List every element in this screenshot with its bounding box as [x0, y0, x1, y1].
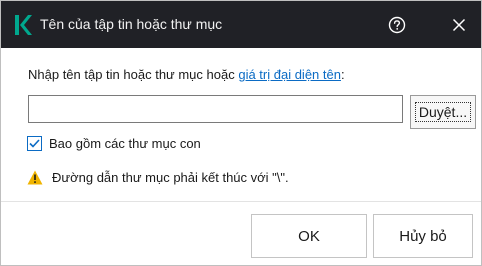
- browse-button[interactable]: Duyệt...: [410, 95, 476, 129]
- footer-divider: [1, 201, 481, 202]
- cancel-button[interactable]: Hủy bỏ: [373, 214, 473, 258]
- path-warning: Đường dẫn thư mục phải kết thúc với "\".: [27, 168, 289, 186]
- warning-triangle-icon: [27, 170, 43, 185]
- file-or-folder-name-input[interactable]: [28, 95, 403, 123]
- name-mask-link[interactable]: giá trị đại diện tên: [238, 67, 341, 82]
- kaspersky-logo-icon: [15, 15, 32, 35]
- cancel-button-label: Hủy bỏ: [399, 227, 447, 245]
- title-bar: Tên của tập tin hoặc thư mục: [1, 1, 481, 48]
- name-prompt-text: Nhập tên tập tin hoặc thư mục hoặc: [28, 67, 239, 82]
- include-subfolders-label: Bao gồm các thư mục con: [49, 135, 201, 151]
- dialog-title: Tên của tập tin hoặc thư mục: [40, 16, 223, 32]
- ok-button[interactable]: OK: [251, 214, 367, 258]
- close-button[interactable]: [447, 13, 471, 37]
- help-circle-icon: [388, 16, 406, 34]
- browse-button-label: Duyệt...: [414, 102, 472, 122]
- help-button[interactable]: [385, 13, 409, 37]
- close-icon: [452, 18, 466, 32]
- name-prompt-suffix: :: [340, 67, 345, 82]
- checkmark-icon: [29, 138, 40, 148]
- checkbox-box[interactable]: [27, 135, 42, 151]
- warning-text: Đường dẫn thư mục phải kết thúc với "\".: [52, 169, 289, 185]
- name-prompt: Nhập tên tập tin hoặc thư mục hoặc giá t…: [28, 67, 345, 82]
- ok-button-label: OK: [298, 227, 320, 245]
- file-or-folder-name-dialog: Tên của tập tin hoặc thư mục Nhập tên tậ…: [0, 0, 482, 266]
- include-subfolders-checkbox[interactable]: Bao gồm các thư mục con: [27, 134, 201, 152]
